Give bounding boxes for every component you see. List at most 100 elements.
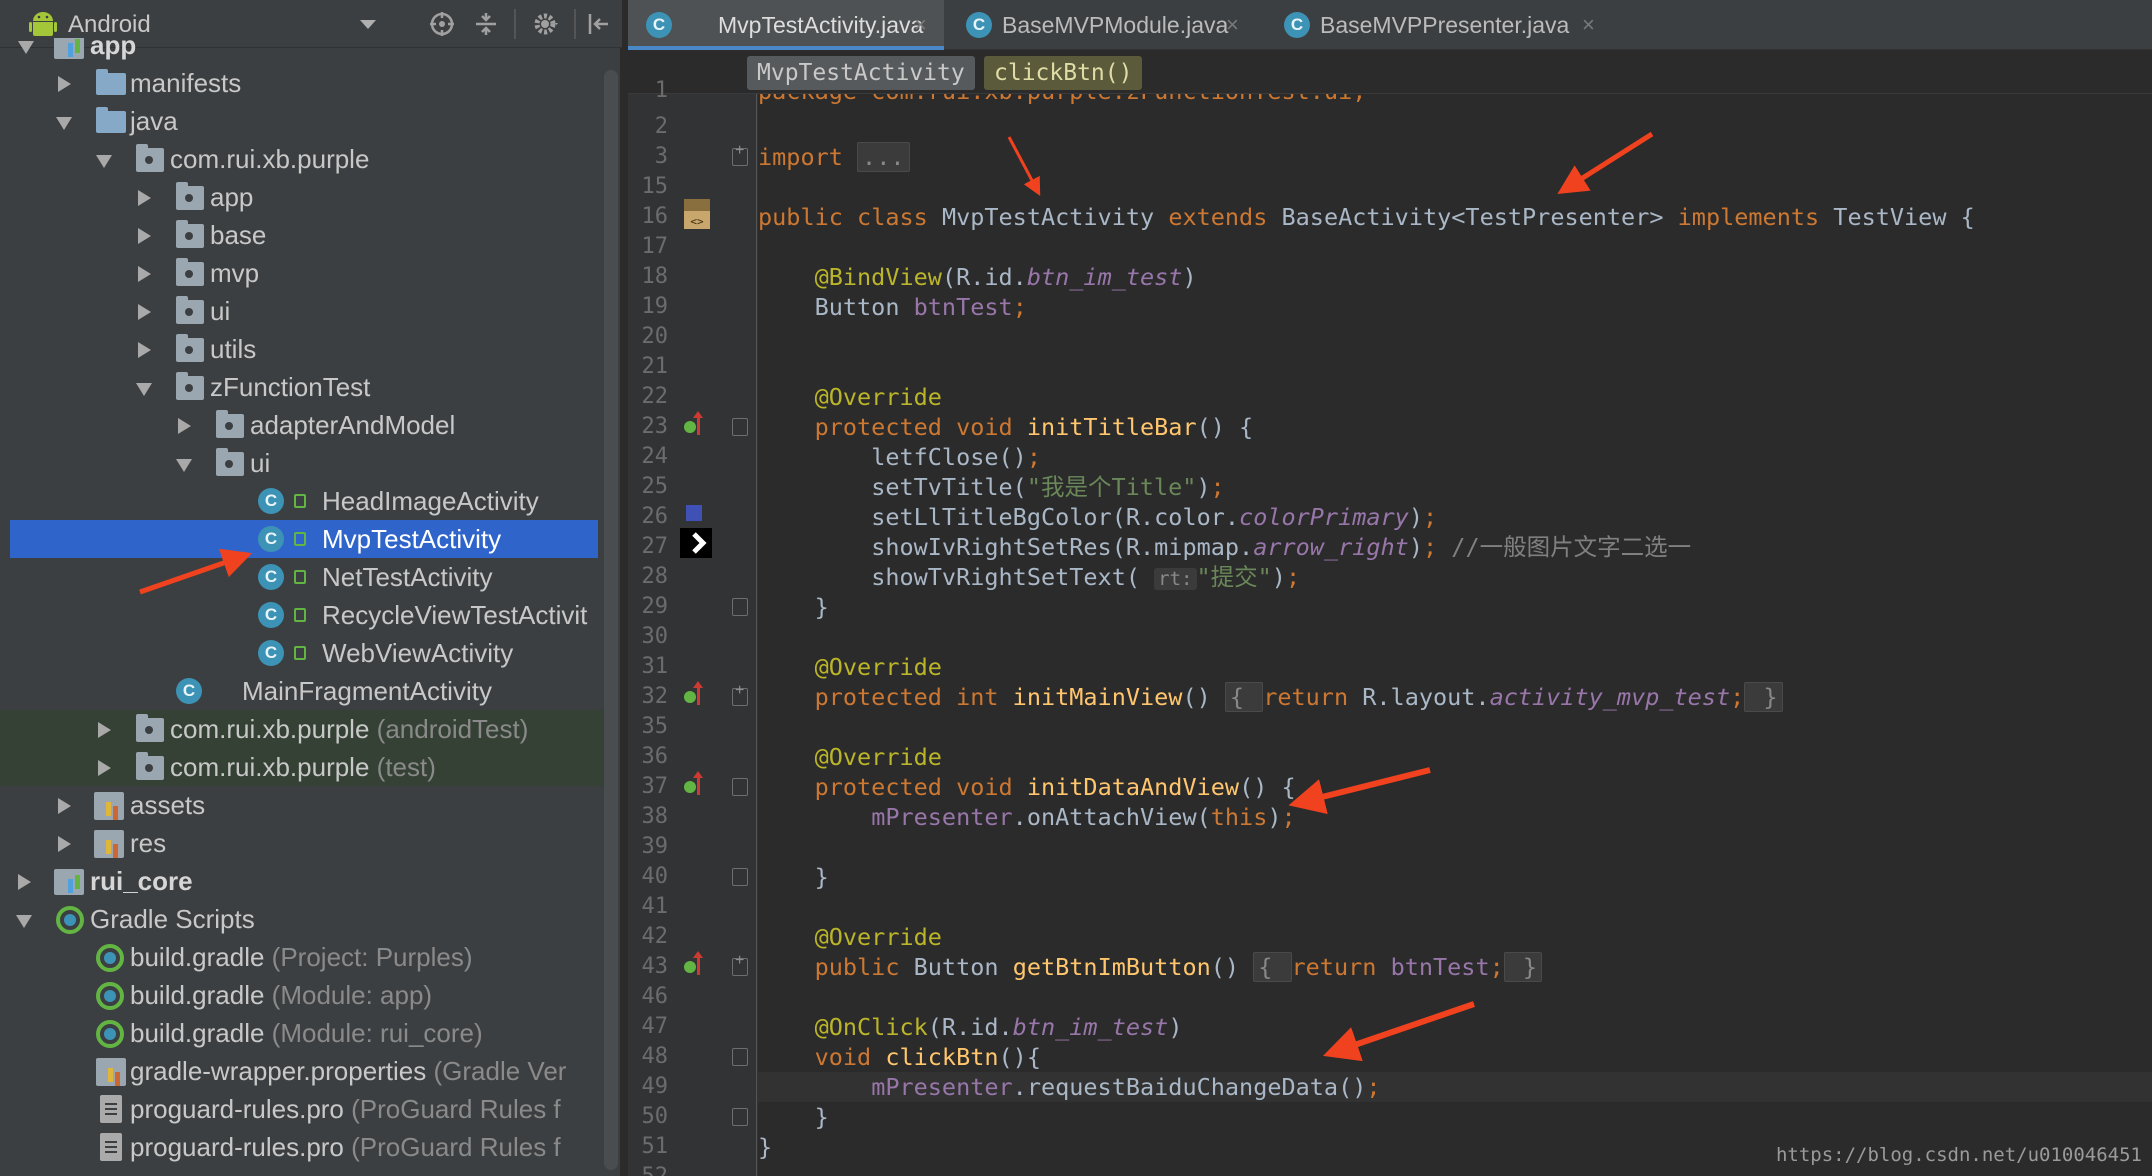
gutter-divider xyxy=(756,94,757,1176)
tab-basemvppresenter[interactable]: C BaseMVPPresenter.java × xyxy=(1268,0,1608,50)
package-icon xyxy=(176,220,204,248)
tree-item[interactable]: ui xyxy=(0,292,604,330)
tree-item[interactable]: mvp xyxy=(0,254,604,292)
chevron-down-icon[interactable] xyxy=(176,459,192,472)
tree-item[interactable]: manifests xyxy=(0,64,604,102)
override-marker-icon[interactable] xyxy=(682,681,706,712)
tab-mvptestactivity[interactable]: C MvpTestActivity.java × xyxy=(628,0,944,50)
code-line: public Button getBtnImButton() { return … xyxy=(758,952,2152,982)
chevron-down-icon[interactable] xyxy=(18,41,34,54)
chevron-down-icon[interactable] xyxy=(56,117,72,130)
tree-item[interactable]: app xyxy=(0,38,604,64)
tree-item[interactable]: rui_core xyxy=(0,862,604,900)
gear-icon[interactable] xyxy=(532,10,560,38)
tree-item[interactable]: gradle-wrapper.properties (Gradle Ver xyxy=(0,1052,604,1090)
tree-item-label: zFunctionTest xyxy=(210,372,371,402)
chevron-right-icon[interactable] xyxy=(138,190,151,206)
chevron-right-icon[interactable] xyxy=(138,266,151,282)
chevron-down-icon[interactable] xyxy=(136,383,152,396)
chevron-down-icon[interactable] xyxy=(360,20,376,29)
fold-marker-icon[interactable] xyxy=(732,952,748,976)
tree-item-label: java xyxy=(130,106,178,136)
target-icon[interactable] xyxy=(428,10,456,38)
hide-panel-icon[interactable] xyxy=(586,10,614,38)
fold-marker-icon[interactable] xyxy=(732,1048,748,1066)
tree-item[interactable]: zFunctionTest xyxy=(0,368,604,406)
fold-marker-icon[interactable] xyxy=(732,868,748,886)
tree-scrollbar[interactable] xyxy=(604,70,618,1170)
gradle-icon xyxy=(96,1020,124,1048)
chevron-right-icon[interactable] xyxy=(138,228,151,244)
layout-file-icon[interactable]: <> xyxy=(682,197,712,231)
tree-item[interactable]: res xyxy=(0,824,604,862)
tree-item[interactable]: base xyxy=(0,216,604,254)
close-icon[interactable]: × xyxy=(914,0,927,50)
tree-item[interactable]: assets xyxy=(0,786,604,824)
tree-item[interactable]: build.gradle (Module: rui_core) xyxy=(0,1014,604,1052)
chevron-right-icon[interactable] xyxy=(138,304,151,320)
code-area[interactable]: package com.rui.xb.purple.zFunctionTest.… xyxy=(758,94,2152,1176)
tree-item[interactable]: C HeadImageActivity xyxy=(0,482,604,520)
line-number: 38 xyxy=(641,804,669,829)
toolbar-separator xyxy=(514,9,516,39)
collapse-all-icon[interactable] xyxy=(472,10,500,38)
tree-item[interactable]: com.rui.xb.purple xyxy=(0,140,604,178)
tree-item-selected[interactable]: C MvpTestActivity xyxy=(10,520,598,558)
tree-item[interactable]: utils xyxy=(0,330,604,368)
line-number: 20 xyxy=(641,324,669,349)
color-swatch-icon[interactable] xyxy=(686,505,702,521)
chevron-right-icon[interactable] xyxy=(98,722,111,738)
tree-item[interactable]: app xyxy=(0,178,604,216)
chevron-right-icon[interactable] xyxy=(58,798,71,814)
fold-marker-icon[interactable] xyxy=(732,418,748,436)
tree-item-hint: (Module: rui_core) xyxy=(271,1018,483,1048)
tree-item-label: app xyxy=(210,182,254,212)
tree-item[interactable]: C MainFragmentActivity xyxy=(0,672,604,710)
tree-item[interactable]: build.gradle (Project: Purples) xyxy=(0,938,604,976)
chevron-right-icon[interactable] xyxy=(98,760,111,776)
fold-marker-icon[interactable] xyxy=(732,1108,748,1126)
override-marker-icon[interactable] xyxy=(682,771,706,802)
chevron-right-icon[interactable] xyxy=(178,418,191,434)
line-number: 49 xyxy=(641,1074,669,1099)
close-icon[interactable]: × xyxy=(1582,0,1595,50)
tree-item[interactable]: Gradle Scripts xyxy=(0,900,604,938)
chevron-right-icon[interactable] xyxy=(18,874,31,890)
tree-item[interactable]: C RecycleViewTestActivit xyxy=(0,596,604,634)
tree-item[interactable]: C WebViewActivity xyxy=(0,634,604,672)
tree-item[interactable]: proguard-rules.pro (ProGuard Rules f xyxy=(0,1090,604,1128)
fold-marker-icon[interactable] xyxy=(732,598,748,616)
class-icon: C xyxy=(176,678,202,704)
code-line: } xyxy=(814,593,829,621)
override-marker-icon[interactable] xyxy=(682,951,706,982)
tree-item[interactable]: proguard-rules.pro (ProGuard Rules f xyxy=(0,1128,604,1166)
arrow-right-preview-icon[interactable] xyxy=(680,528,712,558)
tree-item[interactable]: C NetTestActivity xyxy=(0,558,604,596)
close-icon[interactable]: × xyxy=(1226,0,1239,50)
chevron-down-icon[interactable] xyxy=(96,155,112,168)
code-line: setTvTitle("我是个Title"); xyxy=(871,473,1225,501)
folded-region[interactable]: ... xyxy=(857,142,910,172)
breadcrumb-class[interactable]: MvpTestActivity xyxy=(747,56,975,90)
line-number: 30 xyxy=(641,624,669,649)
tree-item[interactable]: com.rui.xb.purple (androidTest) xyxy=(0,710,604,748)
chevron-right-icon[interactable] xyxy=(58,76,71,92)
override-marker-icon[interactable] xyxy=(682,411,706,442)
tree-item[interactable]: adapterAndModel xyxy=(0,406,604,444)
chevron-right-icon[interactable] xyxy=(138,342,151,358)
tree-item[interactable]: build.gradle (Module: app) xyxy=(0,976,604,1014)
project-view-label[interactable]: Android xyxy=(68,11,151,39)
line-number: 18 xyxy=(641,264,669,289)
tree-item[interactable]: com.rui.xb.purple (test) xyxy=(0,748,604,786)
tree-item[interactable]: ui xyxy=(0,444,604,482)
fold-marker-icon[interactable] xyxy=(732,778,748,796)
fold-marker-icon[interactable] xyxy=(732,142,748,166)
tree-item[interactable]: java xyxy=(0,102,604,140)
tree-item-label: app xyxy=(90,38,137,60)
chevron-down-icon[interactable] xyxy=(16,915,32,928)
chevron-right-icon[interactable] xyxy=(58,836,71,852)
tab-basemvpmodule[interactable]: C BaseMVPModule.java × xyxy=(950,0,1266,50)
fold-marker-icon[interactable] xyxy=(732,682,748,706)
breadcrumb-method[interactable]: clickBtn() xyxy=(984,56,1143,90)
line-number: 36 xyxy=(641,744,669,769)
